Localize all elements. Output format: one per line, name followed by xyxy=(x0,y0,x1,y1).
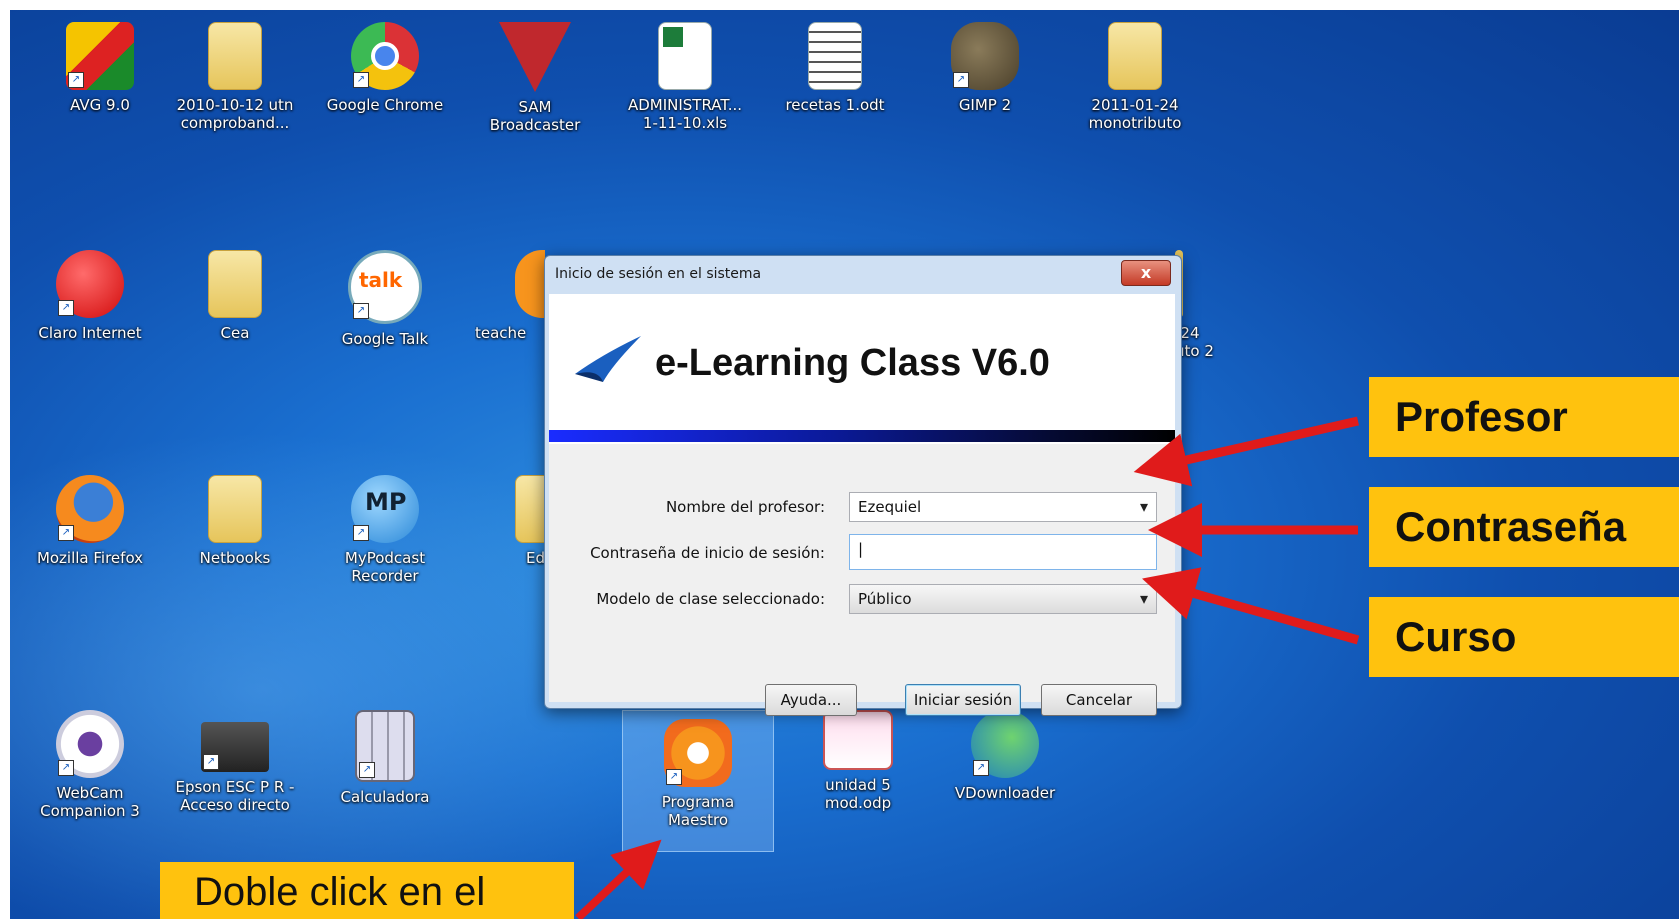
icon-label: unidad 5 mod.odp xyxy=(824,776,892,812)
folder-icon xyxy=(515,475,545,543)
icon-label: teache xyxy=(475,324,527,342)
icon-label: WebCam Companion 3 xyxy=(40,784,140,820)
desktop-icon-webcam[interactable]: ↗ WebCam Companion 3 xyxy=(30,710,150,820)
desktop-icon-claro[interactable]: ↗ Claro Internet xyxy=(30,250,150,342)
model-label: Modelo de clase seleccionado: xyxy=(596,590,825,608)
sam-broadcaster-icon xyxy=(499,22,571,92)
desktop-icon-folder-utn[interactable]: 2010-10-12 utn comproband... xyxy=(175,22,295,132)
swoosh-logo-icon xyxy=(575,336,641,382)
cancel-button[interactable]: Cancelar xyxy=(1041,684,1157,716)
icon-label: Claro Internet xyxy=(38,324,142,342)
desktop: ↗ AVG 9.0 2010-10-12 utn comproband... ↗… xyxy=(10,10,1679,919)
callout-curso: Curso xyxy=(1369,597,1679,677)
icon-label: Ed xyxy=(526,549,545,567)
folder-icon xyxy=(208,475,262,543)
icon-label: Google Chrome xyxy=(326,96,444,114)
webcam-icon: ↗ xyxy=(56,710,124,778)
desktop-icon-recetas[interactable]: recetas 1.odt xyxy=(775,22,895,114)
icon-label: Google Talk xyxy=(341,330,429,348)
help-button[interactable]: Ayuda... xyxy=(765,684,857,716)
desktop-icon-google-talk[interactable]: talk ↗ Google Talk xyxy=(325,250,445,348)
desktop-icon-epson[interactable]: ↗ Epson ESC P R - Acceso directo xyxy=(175,710,295,814)
document-icon xyxy=(808,22,862,90)
icon-label: 2010-10-12 utn comproband... xyxy=(176,96,294,132)
icon-label: recetas 1.odt xyxy=(785,96,885,114)
close-icon: x xyxy=(1140,263,1152,282)
printer-icon: ↗ xyxy=(201,722,269,772)
mp-icon: MP ↗ xyxy=(351,475,419,543)
dialog-body: e-Learning Class V6.0 Nombre del profeso… xyxy=(549,294,1175,716)
password-label: Contraseña de inicio de sesión: xyxy=(590,544,825,562)
app-title: e-Learning Class V6.0 xyxy=(655,342,1050,384)
desktop-icon-chrome[interactable]: ↗ Google Chrome xyxy=(325,22,445,114)
icon-label: SAM Broadcaster xyxy=(489,98,581,134)
model-value: Público xyxy=(858,590,912,608)
model-select[interactable]: Público xyxy=(849,584,1157,614)
icon-label: Programa Maestro xyxy=(661,793,735,829)
icon-label: MyPodcast Recorder xyxy=(344,549,426,585)
icon-label: AVG 9.0 xyxy=(70,96,130,114)
presentation-icon xyxy=(823,710,893,770)
chrome-icon: ↗ xyxy=(351,22,419,90)
gimp-icon: ↗ xyxy=(951,22,1019,90)
app-banner: e-Learning Class V6.0 xyxy=(549,294,1175,444)
desktop-icon-gimp[interactable]: ↗ GIMP 2 xyxy=(925,22,1045,114)
password-value: | xyxy=(858,540,864,558)
programa-maestro-icon: ↗ xyxy=(664,719,732,787)
icon-label: Netbooks xyxy=(199,549,271,567)
talk-icon: talk ↗ xyxy=(348,250,422,324)
desktop-icon-mypodcast[interactable]: MP ↗ MyPodcast Recorder xyxy=(325,475,445,585)
desktop-icon-teacher[interactable]: teache xyxy=(475,250,545,342)
avg-icon: ↗ xyxy=(66,22,134,90)
icon-label: ADMINISTRAT... 1-11-10.xls xyxy=(627,96,743,132)
login-dialog: Inicio de sesión en el sistema x e-Learn… xyxy=(544,255,1182,716)
teacher-icon xyxy=(515,250,545,318)
desktop-icon-sam-broadcaster[interactable]: SAM Broadcaster xyxy=(475,22,595,134)
icon-label: GIMP 2 xyxy=(958,96,1012,114)
folder-icon xyxy=(208,250,262,318)
desktop-icon-firefox[interactable]: ↗ Mozilla Firefox xyxy=(30,475,150,567)
banner-bar xyxy=(549,430,1175,442)
vdownloader-icon: ↗ xyxy=(971,710,1039,778)
claro-icon: ↗ xyxy=(56,250,124,318)
desktop-icon-avg[interactable]: ↗ AVG 9.0 xyxy=(40,22,160,114)
desktop-icon-folder-ed[interactable]: Ed xyxy=(485,475,545,567)
firefox-icon: ↗ xyxy=(56,475,124,543)
dialog-titlebar[interactable]: Inicio de sesión en el sistema x xyxy=(545,256,1181,294)
spreadsheet-icon xyxy=(658,22,712,90)
desktop-icon-spreadsheet[interactable]: ADMINISTRAT... 1-11-10.xls xyxy=(625,22,745,132)
teacher-label: Nombre del profesor: xyxy=(665,498,825,516)
desktop-icon-folder-netbooks[interactable]: Netbooks xyxy=(175,475,295,567)
desktop-icon-folder-cea[interactable]: Cea xyxy=(175,250,295,342)
desktop-icon-folder-monotributo[interactable]: 2011-01-24 monotributo xyxy=(1075,22,1195,132)
dialog-title: Inicio de sesión en el sistema xyxy=(555,266,762,282)
login-button[interactable]: Iniciar sesión xyxy=(905,684,1021,716)
folder-icon xyxy=(208,22,262,90)
icon-label: Calculadora xyxy=(340,788,430,806)
icon-label: Cea xyxy=(220,324,250,342)
desktop-icon-programa-maestro[interactable]: ↗ Programa Maestro xyxy=(622,710,774,852)
desktop-icon-unidad5[interactable]: unidad 5 mod.odp xyxy=(798,710,918,812)
close-button[interactable]: x xyxy=(1121,260,1171,286)
folder-icon xyxy=(1108,22,1162,90)
calculator-icon: ↗ xyxy=(355,710,415,782)
icon-label: Mozilla Firefox xyxy=(36,549,144,567)
callout-profesor: Profesor xyxy=(1369,377,1679,457)
desktop-icon-calculadora[interactable]: ↗ Calculadora xyxy=(325,710,445,806)
teacher-select[interactable]: Ezequiel xyxy=(849,492,1157,522)
teacher-value: Ezequiel xyxy=(858,498,922,516)
callout-contrasena: Contraseña xyxy=(1369,487,1679,567)
icon-label: Epson ESC P R - Acceso directo xyxy=(175,778,295,814)
icon-label: VDownloader xyxy=(954,784,1056,802)
password-input[interactable]: | xyxy=(849,534,1157,570)
callout-doble-click: Doble click en el xyxy=(160,862,574,919)
icon-label: 2011-01-24 monotributo xyxy=(1088,96,1182,132)
desktop-icon-vdownloader[interactable]: ↗ VDownloader xyxy=(945,710,1065,802)
